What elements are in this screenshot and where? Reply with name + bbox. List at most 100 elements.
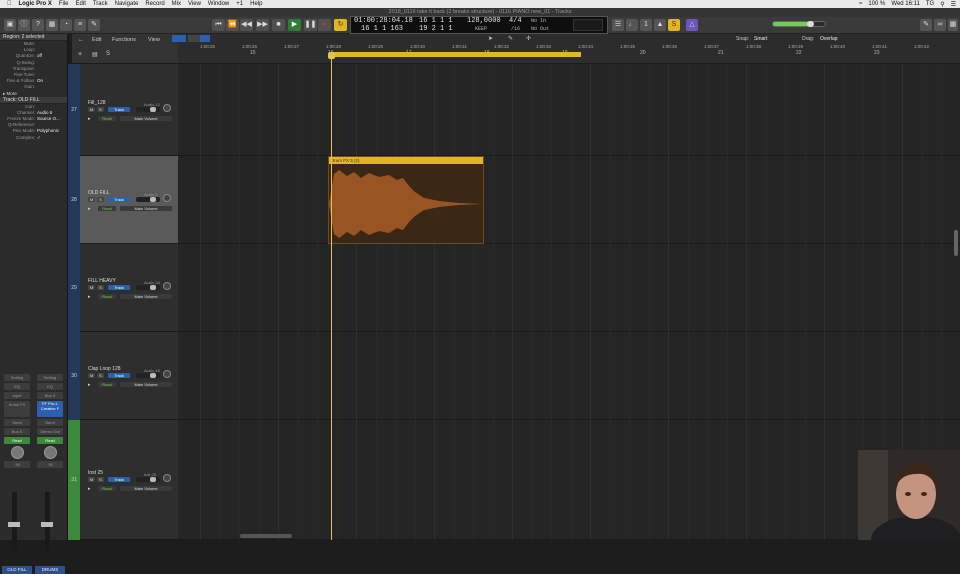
solo-button[interactable]: S: [97, 373, 104, 378]
menu-file[interactable]: File: [59, 1, 69, 7]
menu-window[interactable]: Window: [208, 1, 229, 7]
track-button[interactable]: Track: [108, 107, 130, 112]
play-button[interactable]: ▶: [288, 19, 301, 31]
pencil-tool-icon[interactable]: ✎: [508, 35, 513, 42]
clock[interactable]: Wed 16:11: [891, 1, 919, 7]
strip1-setting[interactable]: Setting: [4, 374, 30, 381]
volume-knob[interactable]: [150, 477, 156, 482]
strip1-input[interactable]: Input: [4, 392, 30, 399]
browser-icon[interactable]: ▦: [948, 19, 958, 31]
strip2-fader[interactable]: [41, 522, 53, 527]
strip1-send[interactable]: Send: [4, 419, 30, 426]
menu-view[interactable]: View: [188, 1, 201, 7]
stop-button[interactable]: ■: [272, 19, 285, 31]
strip2-volume[interactable]: -50: [37, 461, 63, 468]
mute-button[interactable]: M: [88, 373, 95, 378]
automation-mode[interactable]: Read: [98, 382, 116, 387]
volume-knob[interactable]: [150, 373, 156, 378]
track-header[interactable]: FILL HEAVY Audio 34 M S Track ▸ Read Main Volum…: [80, 244, 178, 332]
track-volume-slider[interactable]: [136, 477, 160, 482]
track-volume-slider[interactable]: [136, 197, 160, 202]
menu-help[interactable]: Help: [250, 1, 262, 7]
automation-parameter[interactable]: Main Volume: [120, 206, 172, 211]
track-header[interactable]: Clap Loop 128 Audio 45 M S Track ▸ Read Main Vo…: [80, 332, 178, 420]
strip2-name[interactable]: DRUMS: [35, 566, 65, 574]
automation-parameter[interactable]: Main Volume: [120, 486, 172, 491]
track-number[interactable]: 27: [68, 107, 80, 113]
catch-icon[interactable]: [172, 35, 186, 42]
strip1-volume[interactable]: -50: [4, 461, 30, 468]
track-button[interactable]: Track: [108, 197, 130, 202]
menu-plus1[interactable]: +1: [236, 1, 243, 7]
strip2-send[interactable]: Send: [37, 419, 63, 426]
global-solo-button[interactable]: S: [106, 51, 110, 57]
drag-menu[interactable]: Overlap: [820, 36, 838, 42]
solo-button[interactable]: S: [97, 107, 104, 112]
automation-mode[interactable]: Read: [98, 486, 116, 491]
cycle-range[interactable]: [330, 52, 581, 57]
disclosure-icon[interactable]: ▸: [88, 294, 91, 300]
disclosure-icon[interactable]: ▸: [88, 206, 91, 212]
strip1-fader[interactable]: [8, 522, 20, 527]
tuner-icon[interactable]: ♩: [626, 19, 638, 31]
snap-menu[interactable]: Smart: [754, 36, 767, 42]
inspector-icon[interactable]: ⓘ: [18, 19, 30, 31]
quick-help-icon[interactable]: ?: [32, 19, 44, 31]
track-button[interactable]: Track: [108, 373, 130, 378]
track-inspector-header[interactable]: Track: OLD FILL: [0, 96, 67, 104]
horizontal-scrollbar[interactable]: [240, 534, 292, 538]
smart-controls-icon[interactable]: ◔: [60, 19, 72, 31]
track-name[interactable]: OLD FILL: [88, 190, 110, 196]
automation-mode[interactable]: Read: [98, 206, 116, 211]
mute-button[interactable]: M: [88, 477, 95, 482]
track-volume-slider[interactable]: [136, 373, 160, 378]
tuner-purple-icon[interactable]: △: [686, 19, 698, 31]
track-name[interactable]: Inst 25: [88, 470, 103, 476]
library-icon[interactable]: ▣: [4, 19, 16, 31]
strip1-pan-knob[interactable]: [10, 446, 24, 459]
track-number[interactable]: 29: [68, 285, 80, 291]
strip1-automation[interactable]: Read: [4, 437, 30, 444]
notepad-icon[interactable]: ✎: [920, 19, 932, 31]
secondary-tool-icon[interactable]: ✢: [526, 35, 531, 42]
automation-mode[interactable]: Read: [98, 116, 116, 121]
track-name[interactable]: Clap Loop 128: [88, 366, 121, 372]
vertical-scrollbar[interactable]: [954, 230, 958, 256]
solo-button[interactable]: S: [97, 197, 104, 202]
solo-button[interactable]: S: [97, 285, 104, 290]
strip2-fx[interactable]: FF Pro-L Creative F: [37, 401, 63, 417]
menu-edit[interactable]: Edit: [76, 1, 86, 7]
editors-icon[interactable]: ✎: [88, 19, 100, 31]
disclosure-icon[interactable]: ▸: [88, 382, 91, 388]
strip2-output[interactable]: Stereo Out: [37, 428, 63, 435]
track-pan-knob[interactable]: [163, 104, 171, 112]
menu-logic-pro-x[interactable]: Logic Pro X: [19, 1, 52, 7]
list-icon[interactable]: ☰: [951, 1, 956, 8]
volume-knob[interactable]: [150, 285, 156, 290]
track-number[interactable]: 28: [68, 197, 80, 203]
track-name[interactable]: Fill_128: [88, 100, 106, 106]
track-number[interactable]: 30: [68, 373, 80, 379]
track-button[interactable]: Track: [108, 285, 130, 290]
master-volume-knob[interactable]: [807, 21, 814, 27]
menu-navigate[interactable]: Navigate: [115, 1, 139, 7]
strip2-eq[interactable]: EQ: [37, 383, 63, 390]
audio-region[interactable]: Drum FX 5 (2): [328, 156, 484, 244]
functions-menu[interactable]: Functions: [112, 37, 136, 43]
playhead[interactable]: [331, 52, 332, 540]
battery-percent[interactable]: 100 %: [868, 1, 885, 7]
strip2-input[interactable]: Bus 5: [37, 392, 63, 399]
strip1-fx[interactable]: Audio FX: [4, 401, 30, 417]
add-track-button[interactable]: +: [78, 51, 82, 58]
tracks-area[interactable]: [178, 64, 960, 540]
playhead-handle[interactable]: [328, 52, 335, 59]
track-pan-knob[interactable]: [163, 474, 171, 482]
strip1-output[interactable]: Bus 5: [4, 428, 30, 435]
edit-menu[interactable]: Edit: [92, 37, 101, 43]
duplicate-track-icon[interactable]: ▤: [92, 51, 98, 58]
volume-knob[interactable]: [150, 197, 156, 202]
lcd-display[interactable]: 01:00:28:04.18 16 1 1 1 128,0000 4/4 No …: [350, 16, 608, 34]
strip1-name[interactable]: OLD FILL: [2, 566, 32, 574]
automation-parameter[interactable]: Main Volume: [120, 382, 172, 387]
menu-mix[interactable]: Mix: [172, 1, 181, 7]
